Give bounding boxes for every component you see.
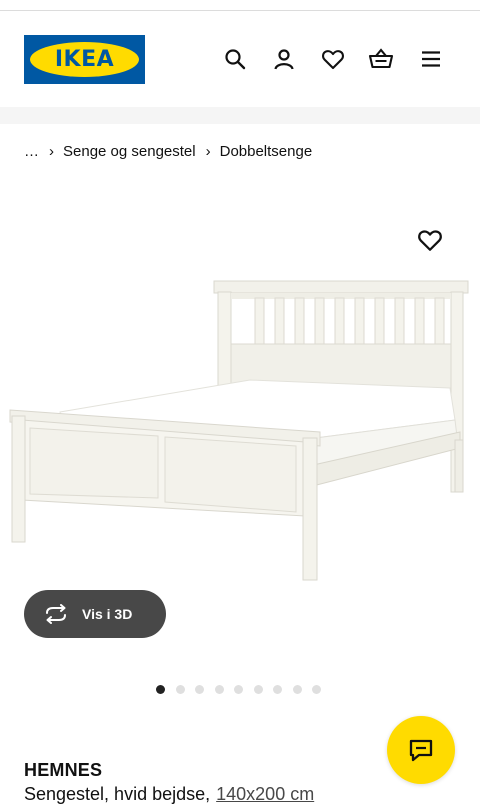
carousel-dot[interactable] [195, 685, 204, 694]
carousel-dot[interactable] [214, 685, 224, 694]
view-in-3d-label: Vis i 3D [82, 606, 133, 622]
carousel-dot[interactable] [273, 685, 282, 694]
site-header: IKEA [0, 11, 480, 107]
chat-icon [409, 739, 433, 762]
product-description: Sengestel, hvid bejdse, 140x200 cm [24, 784, 314, 805]
carousel-dot[interactable] [312, 685, 321, 694]
chevron-right-icon: › [205, 142, 211, 160]
ikea-logo[interactable]: IKEA [24, 35, 145, 84]
carousel-dot[interactable] [253, 685, 263, 694]
chevron-right-icon: › [49, 142, 54, 160]
basket-icon[interactable] [368, 46, 394, 72]
view-in-3d-button[interactable]: Vis i 3D [24, 590, 166, 638]
logo-oval: IKEA [30, 42, 139, 77]
rotate-3d-icon [46, 604, 66, 624]
add-to-favourites-icon[interactable] [417, 227, 443, 253]
carousel-dot[interactable] [175, 685, 185, 694]
carousel-dot[interactable] [292, 685, 302, 694]
logo-text: IKEA [54, 47, 115, 72]
heart-icon[interactable] [320, 46, 346, 72]
breadcrumb-item-dobbeltsenge[interactable]: Dobbeltsenge [220, 143, 313, 160]
breadcrumb: … › Senge og sengestel › Dobbeltsenge [24, 141, 312, 161]
carousel-dots [156, 685, 332, 695]
product-image[interactable] [0, 185, 480, 655]
search-icon[interactable] [222, 46, 248, 72]
header-divider-band [0, 107, 480, 124]
chat-button[interactable] [387, 716, 455, 784]
carousel-dot[interactable] [156, 685, 165, 694]
product-name: HEMNES [24, 760, 103, 780]
user-icon[interactable] [271, 46, 297, 72]
product-description-text: Sengestel, hvid bejdse, [24, 784, 211, 804]
breadcrumb-item-senge[interactable]: Senge og sengestel [63, 143, 196, 160]
top-divider [0, 0, 480, 11]
product-size-link[interactable]: 140x200 cm [216, 784, 314, 804]
carousel-dot[interactable] [234, 685, 243, 694]
breadcrumb-ellipsis[interactable]: … [24, 143, 39, 160]
menu-icon[interactable] [418, 46, 444, 72]
